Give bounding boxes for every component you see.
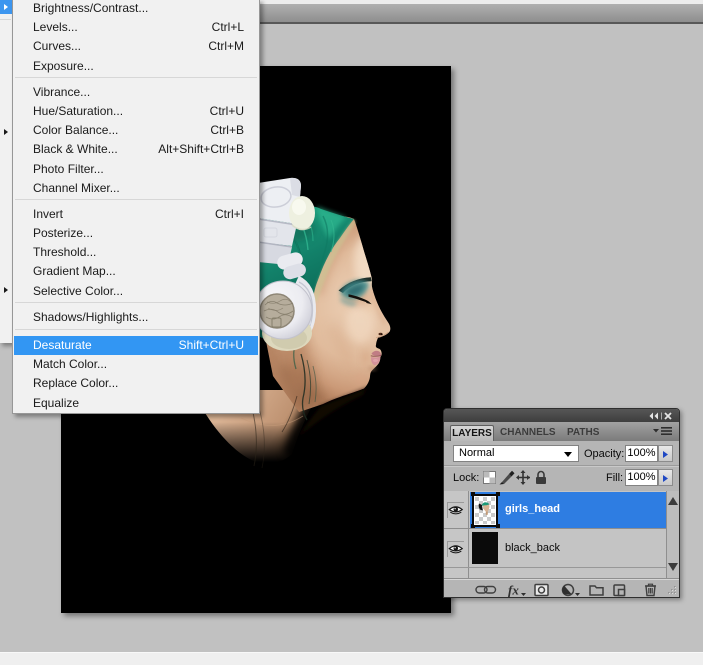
svg-text:fx: fx — [508, 583, 519, 598]
